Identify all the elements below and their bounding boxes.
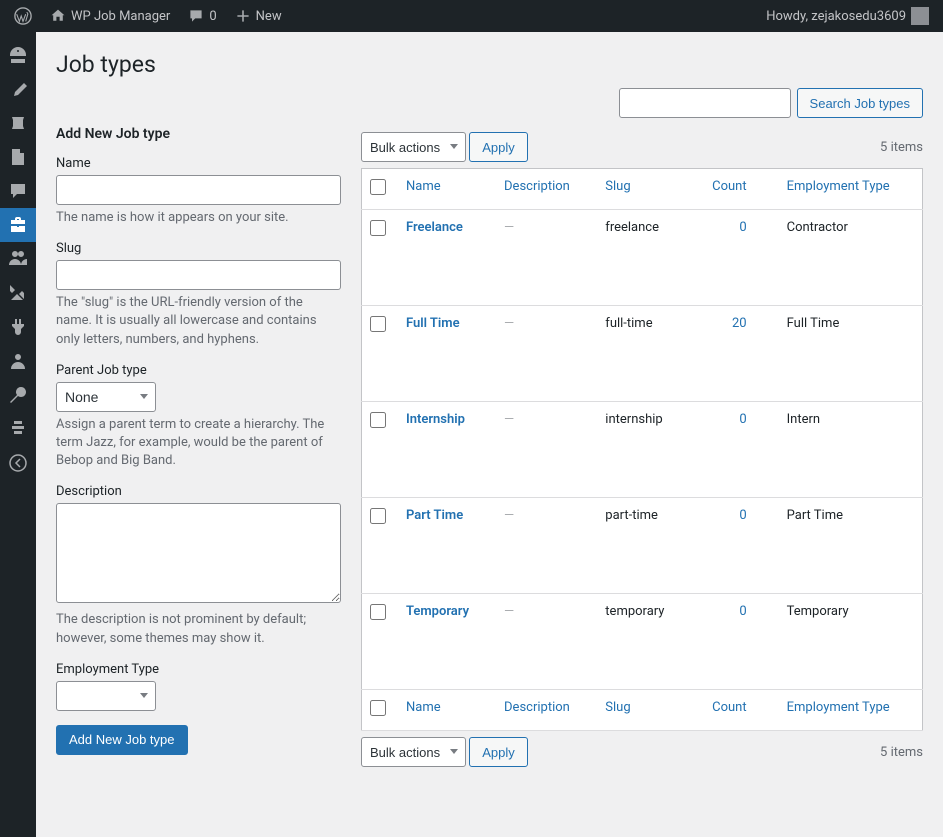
row-slug: internship — [595, 402, 688, 498]
col-slug[interactable]: Slug — [595, 169, 688, 210]
row-employment: Part Time — [777, 498, 923, 594]
row-slug: freelance — [595, 210, 688, 306]
admin-bar: WP Job Manager 0 New Howdy, zejakosedu36… — [0, 0, 943, 32]
row-desc: — — [504, 604, 514, 619]
row-count-link[interactable]: 0 — [739, 508, 746, 523]
select-all-bottom[interactable] — [370, 700, 386, 716]
row-checkbox[interactable] — [370, 412, 386, 428]
table-row: Internship — internship 0 Intern — [362, 402, 923, 498]
employment-label: Employment Type — [56, 662, 341, 677]
col-name[interactable]: Name — [396, 169, 494, 210]
profile-icon[interactable] — [0, 344, 36, 378]
col-name-foot[interactable]: Name — [396, 690, 494, 731]
items-count-bottom: 5 items — [880, 745, 923, 760]
page-title: Job types — [56, 42, 923, 88]
posts-icon[interactable] — [0, 72, 36, 106]
description-textarea[interactable] — [56, 503, 341, 603]
row-employment: Full Time — [777, 306, 923, 402]
slug-label: Slug — [56, 241, 341, 256]
col-description-foot[interactable]: Description — [494, 690, 595, 731]
table-row: Freelance — freelance 0 Contractor — [362, 210, 923, 306]
row-employment: Contractor — [777, 210, 923, 306]
row-checkbox[interactable] — [370, 316, 386, 332]
add-new-heading: Add New Job type — [56, 126, 341, 142]
bulk-actions-top[interactable]: Bulk actions — [361, 132, 466, 162]
row-name-link[interactable]: Part Time — [406, 508, 463, 523]
tools-icon[interactable] — [0, 378, 36, 412]
row-employment: Intern — [777, 402, 923, 498]
bulk-actions-bottom[interactable]: Bulk actions — [361, 737, 466, 767]
row-name-link[interactable]: Temporary — [406, 604, 469, 619]
row-count-link[interactable]: 20 — [732, 316, 747, 331]
row-slug: temporary — [595, 594, 688, 690]
site-name: WP Job Manager — [71, 9, 170, 24]
comments-link[interactable]: 0 — [182, 8, 222, 24]
parent-desc: Assign a parent term to create a hierarc… — [56, 416, 341, 471]
row-desc: — — [504, 316, 514, 331]
users-icon[interactable] — [0, 242, 36, 276]
description-desc: The description is not prominent by defa… — [56, 611, 341, 647]
items-count-top: 5 items — [880, 140, 923, 155]
wp-logo-icon[interactable] — [8, 7, 38, 25]
row-slug: part-time — [595, 498, 688, 594]
row-checkbox[interactable] — [370, 220, 386, 236]
parent-label: Parent Job type — [56, 363, 341, 378]
appearance-icon[interactable] — [0, 276, 36, 310]
row-count-link[interactable]: 0 — [739, 412, 746, 427]
plugins-icon[interactable] — [0, 310, 36, 344]
row-count-link[interactable]: 0 — [739, 604, 746, 619]
search-input[interactable] — [619, 88, 791, 118]
name-input[interactable] — [56, 175, 341, 205]
row-name-link[interactable]: Internship — [406, 412, 465, 427]
settings-icon[interactable] — [0, 412, 36, 446]
submit-button[interactable]: Add New Job type — [56, 725, 188, 755]
job-manager-icon[interactable] — [0, 208, 36, 242]
table-row: Full Time — full-time 20 Full Time — [362, 306, 923, 402]
comments-icon[interactable] — [0, 174, 36, 208]
collapse-icon[interactable] — [0, 446, 36, 480]
row-checkbox[interactable] — [370, 508, 386, 524]
row-slug: full-time — [595, 306, 688, 402]
table-row: Temporary — temporary 0 Temporary — [362, 594, 923, 690]
apply-bottom-button[interactable]: Apply — [469, 737, 528, 767]
row-desc: — — [504, 508, 514, 523]
search-button[interactable]: Search Job types — [797, 88, 923, 118]
new-content-link[interactable]: New — [229, 8, 288, 24]
row-desc: — — [504, 412, 514, 427]
apply-top-button[interactable]: Apply — [469, 132, 528, 162]
howdy-text: Howdy, zejakosedu3609 — [766, 9, 906, 24]
slug-input[interactable] — [56, 260, 341, 290]
description-label: Description — [56, 484, 341, 499]
row-count-link[interactable]: 0 — [739, 220, 746, 235]
comment-count: 0 — [209, 9, 216, 24]
row-desc: — — [504, 220, 514, 235]
pages-icon[interactable] — [0, 140, 36, 174]
dashboard-icon[interactable] — [0, 38, 36, 72]
avatar — [911, 7, 929, 25]
col-count[interactable]: Count — [689, 169, 777, 210]
row-employment: Temporary — [777, 594, 923, 690]
employment-select[interactable] — [56, 681, 156, 711]
admin-side-menu — [0, 32, 36, 837]
row-checkbox[interactable] — [370, 604, 386, 620]
col-count-foot[interactable]: Count — [689, 690, 777, 731]
media-icon[interactable] — [0, 106, 36, 140]
name-desc: The name is how it appears on your site. — [56, 209, 341, 227]
col-employment-foot[interactable]: Employment Type — [777, 690, 923, 731]
job-types-table: Name Description Slug Count Employment T… — [361, 168, 923, 731]
account-link[interactable]: Howdy, zejakosedu3609 — [760, 7, 935, 25]
name-label: Name — [56, 156, 341, 171]
row-name-link[interactable]: Freelance — [406, 220, 463, 235]
site-link[interactable]: WP Job Manager — [44, 8, 176, 24]
parent-select[interactable]: None — [56, 382, 156, 412]
col-slug-foot[interactable]: Slug — [595, 690, 688, 731]
select-all-top[interactable] — [370, 179, 386, 195]
col-employment[interactable]: Employment Type — [777, 169, 923, 210]
table-row: Part Time — part-time 0 Part Time — [362, 498, 923, 594]
col-description[interactable]: Description — [494, 169, 595, 210]
row-name-link[interactable]: Full Time — [406, 316, 460, 331]
new-label: New — [256, 9, 282, 24]
slug-desc: The "slug" is the URL-friendly version o… — [56, 294, 341, 349]
